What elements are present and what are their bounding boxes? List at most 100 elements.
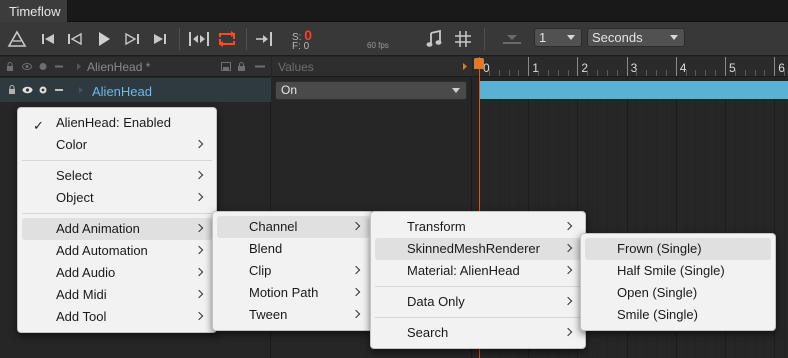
menu-item-add-midi[interactable]: Add Midi — [22, 284, 212, 306]
ruler-tick — [646, 70, 648, 76]
chevron-right-icon — [351, 221, 361, 231]
mute-icon[interactable] — [55, 62, 63, 71]
ruler-tick — [616, 70, 618, 76]
menu-separator — [22, 160, 212, 161]
lock-icon[interactable] — [6, 62, 14, 71]
menu-item-label: Add Automation — [56, 243, 148, 258]
menu-item-frown[interactable]: Frown (Single) — [585, 238, 771, 260]
menu-item-blend[interactable]: Blend — [217, 238, 369, 260]
menu-item-enabled[interactable]: ✓ AlienHead: Enabled — [22, 112, 212, 134]
step-size-dropdown[interactable]: 1 — [534, 28, 582, 47]
menu-item-skinned-mesh-renderer[interactable]: SkinnedMeshRenderer — [375, 238, 581, 260]
menu-item-label: Select — [56, 168, 93, 183]
menu-item-select[interactable]: Select — [22, 165, 212, 187]
ruler-tick — [518, 70, 520, 76]
menu-item-clip[interactable]: Clip — [217, 260, 369, 282]
go-to-end-icon[interactable] — [150, 27, 170, 51]
menu-item-data-only[interactable]: Data Only — [375, 291, 581, 313]
menu-item-add-animation[interactable]: Add Animation — [22, 218, 212, 240]
play-range-icon[interactable] — [187, 27, 211, 51]
ruler-tick — [695, 70, 697, 76]
loop-icon[interactable] — [215, 27, 239, 51]
chevron-right-icon — [351, 265, 361, 275]
timeline-gridline — [784, 78, 786, 358]
expand-icon[interactable] — [76, 62, 82, 71]
menu-item-label: Data Only — [407, 294, 465, 309]
track-visibility-icon[interactable] — [22, 86, 33, 94]
menu-item-search[interactable]: Search — [375, 322, 581, 344]
chevron-right-icon — [351, 309, 361, 319]
grid-icon[interactable] — [452, 27, 474, 51]
frame-label: F: — [292, 41, 301, 52]
music-note-icon[interactable] — [424, 27, 444, 51]
playhead-handle[interactable] — [474, 58, 484, 69]
track-row[interactable]: AlienHead — [0, 78, 271, 102]
menu-item-half-smile[interactable]: Half Smile (Single) — [585, 260, 771, 282]
fps-readout: 60 fps — [367, 41, 389, 50]
time-unit-dropdown[interactable]: Seconds — [587, 28, 685, 47]
frame-readout: F: 0 — [292, 41, 309, 52]
timeflow-logo-icon[interactable] — [6, 27, 28, 51]
track-mute-icon[interactable] — [55, 89, 63, 91]
menu-item-add-tool[interactable]: Add Tool — [22, 306, 212, 328]
ruler-tick — [665, 70, 667, 76]
menu-separator — [22, 213, 212, 214]
ruler-tick — [636, 70, 638, 76]
chevron-right-icon — [563, 243, 573, 253]
chevron-right-icon — [563, 296, 573, 306]
snap-to-end-icon[interactable] — [253, 27, 275, 51]
ruler-tick — [557, 70, 559, 76]
time-ruler[interactable]: 0123456 — [473, 57, 788, 77]
menu-item-smile[interactable]: Smile (Single) — [585, 304, 771, 326]
visibility-icon[interactable] — [22, 62, 32, 71]
chevron-right-icon — [194, 139, 204, 149]
header-mute-icon[interactable] — [255, 62, 265, 71]
track-list-header: AlienHead * — [0, 57, 271, 77]
chevron-right-icon — [194, 223, 204, 233]
play-icon[interactable] — [94, 27, 114, 51]
previous-frame-icon[interactable] — [65, 27, 85, 51]
ruler-tick — [547, 70, 549, 76]
tab-timeflow[interactable]: Timeflow — [0, 0, 68, 22]
menu-item-label: Transform — [407, 219, 466, 234]
ruler-tick — [508, 70, 510, 76]
chevron-right-icon — [351, 287, 361, 297]
chevron-right-icon — [563, 327, 573, 337]
menu-item-label: Motion Path — [249, 285, 319, 300]
track-lock-icon[interactable] — [8, 85, 16, 94]
toolbar: S: 0 F: 0 60 fps 1 Seconds — [0, 22, 788, 56]
menu-separator — [375, 317, 581, 318]
track-solo-icon[interactable] — [39, 86, 47, 94]
menu-item-transform[interactable]: Transform — [375, 216, 581, 238]
menu-item-add-automation[interactable]: Add Automation — [22, 240, 212, 262]
menu-item-motion-path[interactable]: Motion Path — [217, 282, 369, 304]
timeflow-window: Timeflow S: 0 F: 0 60 fps 1 Seconds Alie… — [0, 0, 788, 358]
snap-icon[interactable] — [501, 27, 523, 51]
chevron-right-icon — [563, 221, 573, 231]
toolbar-separator — [484, 28, 485, 50]
menu-item-add-audio[interactable]: Add Audio — [22, 262, 212, 284]
menu-item-open[interactable]: Open (Single) — [585, 282, 771, 304]
next-frame-icon[interactable] — [122, 27, 142, 51]
menu-item-material[interactable]: Material: AlienHead — [375, 260, 581, 282]
track-clip-bar[interactable] — [479, 81, 788, 99]
menu-item-label: Add Midi — [56, 287, 107, 302]
chevron-right-icon — [194, 170, 204, 180]
go-to-start-icon[interactable] — [38, 27, 58, 51]
ruler-tick — [606, 70, 608, 76]
header-lock-icon[interactable] — [237, 62, 246, 71]
collapse-values-icon[interactable] — [462, 62, 468, 71]
menu-item-label: Add Tool — [56, 309, 107, 324]
chevron-right-icon — [194, 311, 204, 321]
menu-item-tween[interactable]: Tween — [217, 304, 369, 326]
menu-item-object[interactable]: Object — [22, 187, 212, 209]
menu-item-channel[interactable]: Channel — [217, 216, 369, 238]
save-icon[interactable] — [221, 62, 231, 71]
track-expand-icon[interactable] — [78, 86, 84, 94]
menu-item-label: Object — [56, 190, 94, 205]
solo-icon[interactable] — [39, 62, 47, 71]
track-value-dropdown[interactable]: On — [275, 81, 467, 100]
ruler-tick — [488, 70, 490, 76]
menu-item-color[interactable]: Color — [22, 134, 212, 156]
chevron-down-icon — [670, 35, 678, 40]
